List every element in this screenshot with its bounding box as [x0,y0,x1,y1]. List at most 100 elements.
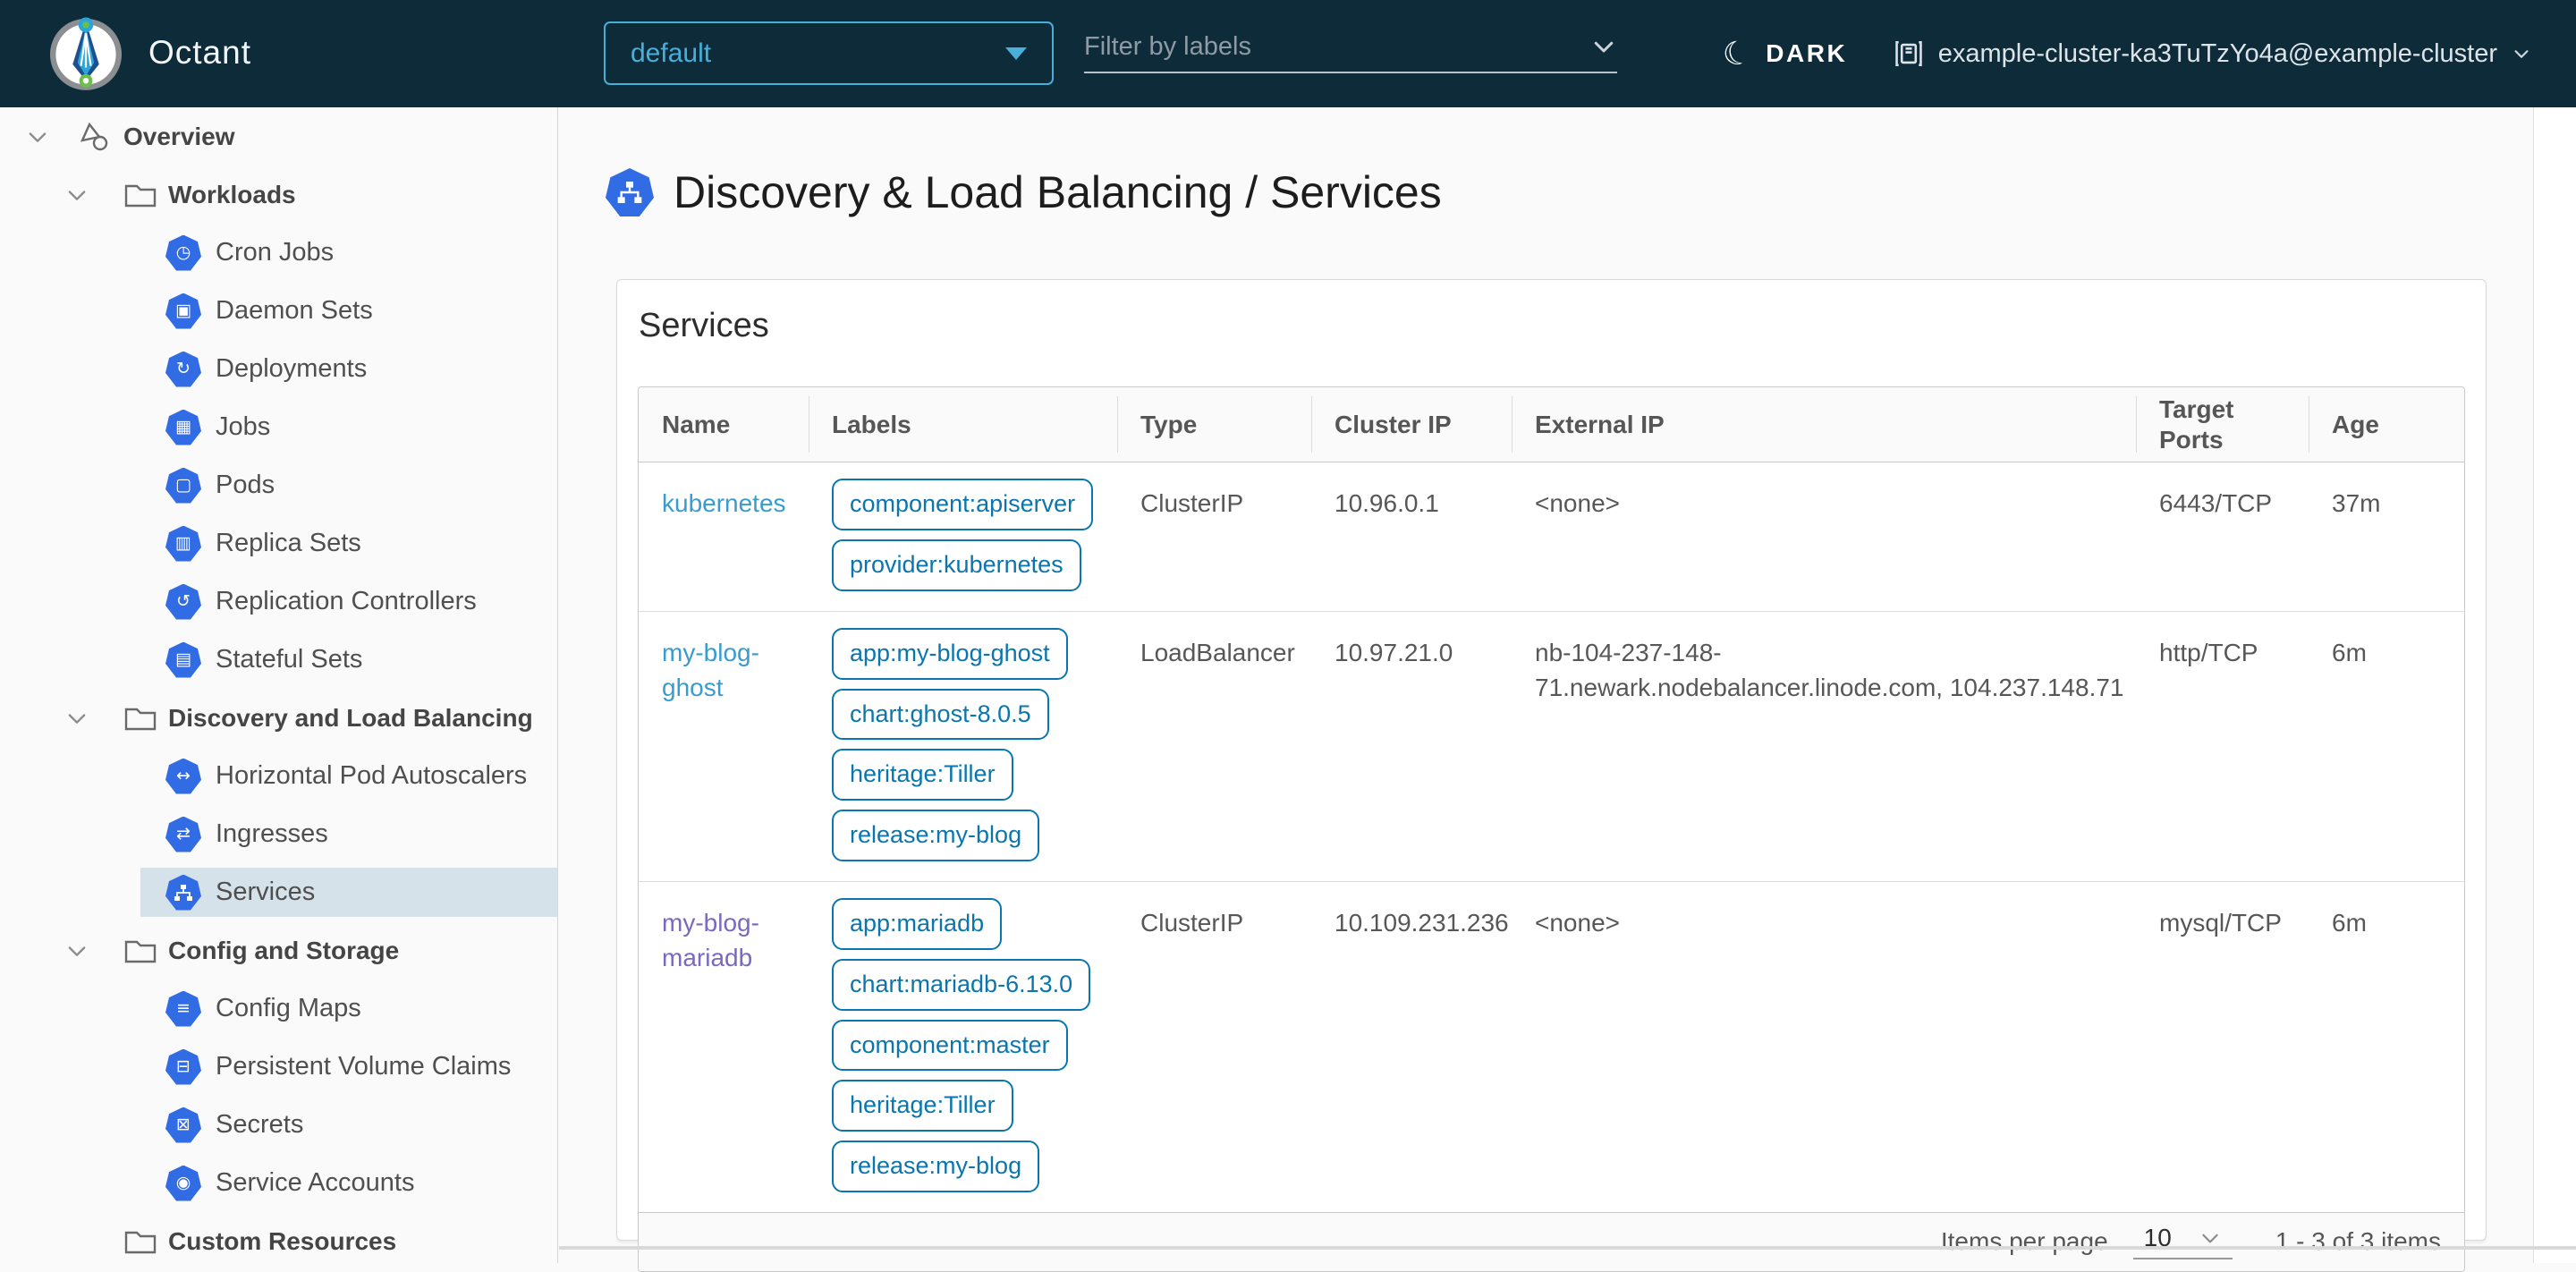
column-header-target-ports: Target Ports [2136,387,2309,462]
sidebar-item-label: Secrets [216,1110,304,1139]
card-title: Services [639,307,769,344]
label-pill[interactable]: component:master [832,1019,1068,1072]
cell-external-ip: <none> [1535,489,1620,518]
sidebar-item-config-maps[interactable]: ≡ Config Maps [0,979,557,1038]
chevron-down-icon [68,190,86,200]
sidebar-item-horizontal-pod-autoscalers[interactable]: ↔ Horizontal Pod Autoscalers [0,747,557,805]
chevron-down-icon [2514,50,2529,58]
column-header-name: Name [662,410,731,438]
label-pill[interactable]: release:my-blog [832,1141,1040,1192]
caret-down-icon [1005,47,1027,60]
sidebar-item-config-and-storage[interactable]: Config and Storage [0,921,557,979]
cell-external-ip: <none> [1535,908,1620,937]
items-per-page-select[interactable]: 10 [2132,1224,2233,1260]
sidebar-item-deployments[interactable]: ↻ Deployments [0,340,557,398]
pagination-range: 1 - 3 of 3 items [2275,1227,2441,1256]
sidebar-item-label: Discovery and Load Balancing [168,703,533,732]
sidebar-item-jobs[interactable]: ▦ Jobs [0,398,557,456]
sidebar-item-discovery-and-load-balancing[interactable]: Discovery and Load Balancing [0,689,557,747]
table-row: kubernetes component:apiserver provider:… [639,462,2464,611]
deployments-icon: ↻ [165,351,201,387]
sidebar-item-label: Config and Storage [168,936,400,964]
sidebar-item-label: Jobs [216,412,271,441]
chevron-down-icon [68,946,86,956]
label-pill[interactable]: provider:kubernetes [832,538,1081,591]
cell-age: 6m [2332,908,2367,937]
label-pill[interactable]: chart:mariadb-6.13.0 [832,958,1091,1011]
namespace-select[interactable]: default [604,21,1054,85]
column-header-external-ip: External IP [1512,387,2136,462]
services-card: Services Name Labels Type Cluster IP Ext… [616,279,2487,1272]
chevron-down-icon [1594,41,1614,53]
cell-age: 6m [2332,638,2367,666]
services-icon [165,874,201,911]
cell-labels: component:apiserver provider:kubernetes [809,462,1117,611]
label-pill[interactable]: app:mariadb [832,897,1003,950]
label-pill[interactable]: chart:ghost-8.0.5 [832,688,1049,741]
column-header-labels: Labels [809,387,1117,462]
sidebar-item-daemon-sets[interactable]: ▣ Daemon Sets [0,282,557,340]
sidebar-item-ingresses[interactable]: ⇄ Ingresses [0,805,557,863]
content-bottom-divider [559,1246,2576,1250]
cluster-selector[interactable]: example-cluster-ka3TuTzYo4a@example-clus… [1894,0,2531,107]
sidebar-item-workloads[interactable]: Workloads [0,165,557,224]
sidebar-item-label: Pods [216,471,275,499]
brand: Octant [45,12,251,94]
service-link[interactable]: my-blog-ghost [662,639,759,701]
pvc-icon: ⊟ [165,1048,201,1085]
sidebar-item-label: Config Maps [216,994,361,1022]
sidebar: Overview Workloads ◷ Cron Jobs ▣ Daemon … [0,107,558,1263]
sidebar-item-overview[interactable]: Overview [0,107,557,165]
sidebar-item-label: Ingresses [216,819,328,848]
sidebar-item-replica-sets[interactable]: ▥ Replica Sets [0,514,557,572]
cell-labels: app:my-blog-ghost chart:ghost-8.0.5 heri… [809,612,1117,881]
brand-title: Octant [148,34,251,71]
sidebar-item-label: Services [216,878,316,906]
column-header-type: Type [1117,387,1311,462]
label-pill[interactable]: heritage:Tiller [832,749,1013,801]
cell-name: my-blog-mariadb [639,882,809,1212]
sidebar-item-services[interactable]: Services [0,863,557,921]
cell-cluster-ip: 10.109.231.236 [1335,908,1509,937]
main-content: Discovery & Load Balancing / Services Se… [559,107,2576,1272]
replication-controllers-icon: ↺ [165,583,201,620]
sidebar-item-label: Horizontal Pod Autoscalers [216,761,528,790]
label-pill[interactable]: component:apiserver [832,479,1094,530]
table-pagination: Items per page 10 1 - 3 of 3 items [639,1211,2464,1271]
cron-jobs-icon: ◷ [165,234,201,271]
scrollbar-track[interactable] [2533,107,2576,1263]
sidebar-item-cron-jobs[interactable]: ◷ Cron Jobs [0,224,557,282]
label-pill[interactable]: release:my-blog [832,810,1040,861]
label-filter-input[interactable]: Filter by labels [1084,21,1617,73]
folder-icon [124,1231,157,1253]
chevron-down-icon [68,713,86,724]
column-header-cluster-ip: Cluster IP [1311,387,1512,462]
sidebar-item-secrets[interactable]: ⊠ Secrets [0,1096,557,1154]
service-link[interactable]: my-blog-mariadb [662,909,759,971]
services-table: Name Labels Type Cluster IP External IP … [638,386,2465,1272]
cell-cluster-ip: 10.96.0.1 [1335,489,1439,518]
table-row: my-blog-mariadb app:mariadb chart:mariad… [639,880,2464,1212]
cluster-name: example-cluster-ka3TuTzYo4a@example-clus… [1937,38,2497,68]
column-header-age: Age [2309,387,2464,462]
cell-labels: app:mariadb chart:mariadb-6.13.0 compone… [809,882,1117,1212]
cell-target-ports: http/TCP [2159,638,2258,666]
sidebar-item-persistent-volume-claims[interactable]: ⊟ Persistent Volume Claims [0,1038,557,1096]
sidebar-item-stateful-sets[interactable]: ▤ Stateful Sets [0,631,557,689]
sidebar-item-custom-resources[interactable]: Custom Resources [0,1212,557,1263]
cell-age: 37m [2332,489,2381,518]
sidebar-item-service-accounts[interactable]: ◉ Service Accounts [0,1154,557,1212]
cell-cluster-ip: 10.97.21.0 [1335,638,1453,666]
label-pill[interactable]: heritage:Tiller [832,1080,1013,1132]
cell-type: LoadBalancer [1140,638,1295,666]
service-accounts-icon: ◉ [165,1165,201,1201]
app-header: Octant default Filter by labels ☾ DARK e… [0,0,2576,107]
service-link[interactable]: kubernetes [662,489,786,517]
label-pill[interactable]: app:my-blog-ghost [832,627,1068,680]
sidebar-item-pods[interactable]: ▢ Pods [0,456,557,514]
secrets-icon: ⊠ [165,1107,201,1143]
theme-toggle-button[interactable]: ☾ DARK [1719,0,1847,107]
cell-target-ports: 6443/TCP [2159,489,2273,518]
sidebar-item-replication-controllers[interactable]: ↺ Replication Controllers [0,572,557,631]
sidebar-item-label: Overview [123,122,235,150]
